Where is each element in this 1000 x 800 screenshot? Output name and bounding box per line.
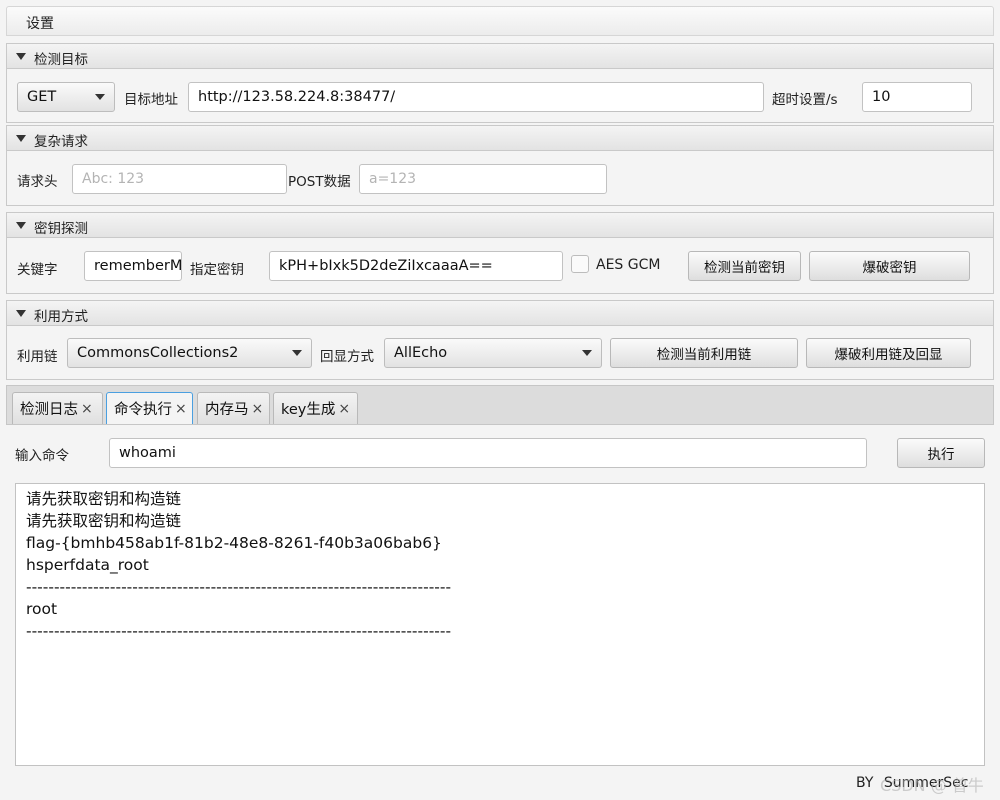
tab-detection-log[interactable]: 检测日志 × (12, 392, 103, 424)
brute-chain-button[interactable]: 爆破利用链及回显 (806, 338, 971, 368)
tab-label: 命令执行 (114, 402, 172, 418)
command-label: 输入命令 (15, 448, 69, 464)
close-icon[interactable]: × (252, 401, 264, 417)
key-pane-header[interactable]: 密钥探测 (6, 212, 994, 238)
tab-key-gen[interactable]: key生成 × (273, 392, 358, 424)
execute-button[interactable]: 执行 (897, 438, 985, 468)
collapse-triangle-icon[interactable] (16, 222, 26, 229)
collapse-triangle-icon[interactable] (16, 53, 26, 60)
url-label: 目标地址 (124, 92, 178, 108)
menu-settings[interactable]: 设置 (26, 13, 54, 33)
aes-gcm-label: AES GCM (596, 257, 661, 273)
tab-label: key生成 (281, 402, 336, 418)
output-separator: ----------------------------------------… (26, 622, 452, 640)
target-pane-header[interactable]: 检测目标 (6, 43, 994, 69)
chain-value: CommonsCollections2 (77, 345, 239, 361)
chain-select[interactable]: CommonsCollections2 (67, 338, 312, 368)
complex-pane-header[interactable]: 复杂请求 (6, 125, 994, 151)
output-line: flag-{bmhb458ab1f-81b2-48e8-8261-f40b3a0… (26, 534, 442, 552)
collapse-triangle-icon[interactable] (16, 135, 26, 142)
output-line: 请先获取密钥和构造链 (26, 490, 182, 508)
tab-label: 检测日志 (20, 402, 78, 418)
key-pane-title: 密钥探测 (34, 221, 88, 237)
check-key-button[interactable]: 检测当前密钥 (688, 251, 801, 281)
keyword-input[interactable]: rememberMe (84, 251, 182, 281)
collapse-triangle-icon[interactable] (16, 310, 26, 317)
method-value: GET (27, 89, 57, 105)
exploit-pane-title: 利用方式 (34, 309, 88, 325)
tab-memshell[interactable]: 内存马 × (197, 392, 270, 424)
echo-value: AllEcho (394, 345, 448, 361)
exploit-pane-header[interactable]: 利用方式 (6, 300, 994, 326)
output-separator: ----------------------------------------… (26, 578, 452, 596)
output-line: root (26, 600, 58, 618)
close-icon[interactable]: × (338, 401, 350, 417)
chevron-down-icon (292, 350, 302, 356)
chevron-down-icon (95, 94, 105, 100)
chain-label: 利用链 (17, 349, 58, 365)
output-line: 请先获取密钥和构造链 (26, 512, 182, 530)
timeout-label: 超时设置/s (772, 92, 838, 108)
keyword-label: 关键字 (17, 262, 58, 278)
output-textarea[interactable]: 请先获取密钥和构造链 请先获取密钥和构造链 flag-{bmhb458ab1f-… (15, 483, 985, 766)
chevron-down-icon (582, 350, 592, 356)
close-icon[interactable]: × (175, 401, 187, 417)
url-input[interactable]: http://123.58.224.8:38477/ (188, 82, 764, 112)
post-data-input[interactable]: a=123 (359, 164, 607, 194)
method-select[interactable]: GET (17, 82, 115, 112)
echo-select[interactable]: AllEcho (384, 338, 602, 368)
footer-by: BY (856, 775, 874, 791)
menu-bar: 设置 (6, 6, 994, 36)
aes-gcm-checkbox[interactable] (571, 255, 589, 273)
echo-label: 回显方式 (320, 349, 374, 365)
post-label: POST数据 (288, 174, 351, 190)
tab-label: 内存马 (205, 402, 249, 418)
timeout-input[interactable]: 10 (862, 82, 972, 112)
watermark: CSDN @ 曾牛 (880, 776, 984, 795)
command-input[interactable]: whoami (109, 438, 867, 468)
key-label: 指定密钥 (190, 262, 244, 278)
output-line: hsperfdata_root (26, 556, 149, 574)
tab-command-exec[interactable]: 命令执行 × (106, 392, 193, 424)
check-chain-button[interactable]: 检测当前利用链 (610, 338, 798, 368)
header-label: 请求头 (17, 174, 58, 190)
target-pane-title: 检测目标 (34, 52, 88, 68)
key-input[interactable]: kPH+bIxk5D2deZiIxcaaaA== (269, 251, 563, 281)
close-icon[interactable]: × (81, 401, 93, 417)
brute-key-button[interactable]: 爆破密钥 (809, 251, 970, 281)
complex-pane-title: 复杂请求 (34, 134, 88, 150)
header-input[interactable]: Abc: 123 (72, 164, 287, 194)
